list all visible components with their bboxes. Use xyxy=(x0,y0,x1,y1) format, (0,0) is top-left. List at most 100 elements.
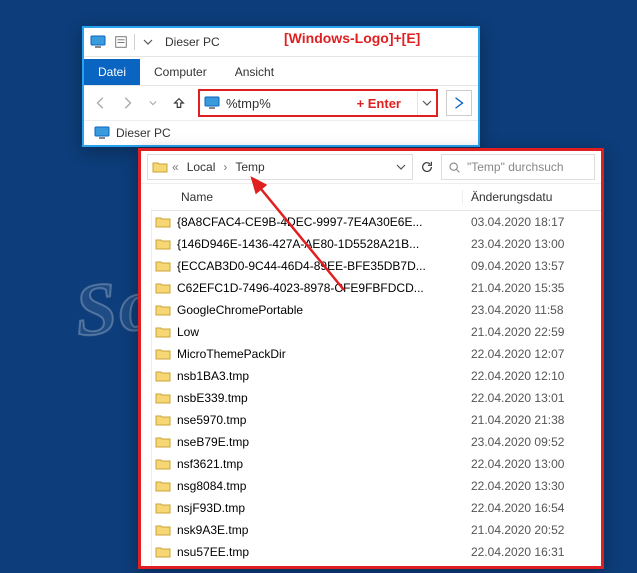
file-date: 22.04.2020 16:31 xyxy=(463,545,601,559)
folder-icon xyxy=(155,522,171,538)
search-input[interactable]: "Temp" durchsuch xyxy=(441,154,595,180)
file-date: 22.04.2020 12:10 xyxy=(463,369,601,383)
window-title: Dieser PC xyxy=(165,35,220,49)
column-header-modified[interactable]: Änderungsdatu xyxy=(463,190,601,204)
file-list[interactable]: {8A8CFAC4-CE9B-4DEC-9997-7E4A30E6E...03.… xyxy=(141,211,601,563)
table-row[interactable]: C62EFC1D-7496-4023-8978-CFE9FBFDCD...21.… xyxy=(141,277,601,299)
address-text: %tmp% xyxy=(226,96,271,111)
nav-bar: « Local › Temp "Temp" durchsuch xyxy=(141,151,601,184)
forward-button[interactable] xyxy=(116,92,138,114)
file-date: 21.04.2020 15:35 xyxy=(463,281,601,295)
table-row[interactable]: nsjF93D.tmp22.04.2020 16:54 xyxy=(141,497,601,519)
file-name: {8A8CFAC4-CE9B-4DEC-9997-7E4A30E6E... xyxy=(177,215,463,229)
folder-icon xyxy=(155,302,171,318)
this-pc-icon xyxy=(90,34,106,50)
table-row[interactable]: nsk9A3E.tmp21.04.2020 20:52 xyxy=(141,519,601,541)
tab-file[interactable]: Datei xyxy=(84,59,140,85)
tree-item-this-pc[interactable]: Dieser PC xyxy=(116,126,171,140)
tab-view[interactable]: Ansicht xyxy=(221,59,288,85)
address-bar[interactable]: %tmp% xyxy=(200,95,341,111)
file-name: Low xyxy=(177,325,463,339)
file-date: 22.04.2020 13:00 xyxy=(463,457,601,471)
file-date: 22.04.2020 13:01 xyxy=(463,391,601,405)
file-name: nsu57EE.tmp xyxy=(177,545,463,559)
table-row[interactable]: nsb1BA3.tmp22.04.2020 12:10 xyxy=(141,365,601,387)
file-date: 22.04.2020 16:54 xyxy=(463,501,601,515)
folder-icon xyxy=(152,159,168,175)
table-row[interactable]: MicroThemePackDir22.04.2020 12:07 xyxy=(141,343,601,365)
folder-icon xyxy=(155,390,171,406)
address-bar-highlight: %tmp% + Enter xyxy=(198,89,438,117)
file-name: nsk9A3E.tmp xyxy=(177,523,463,537)
file-date: 21.04.2020 22:59 xyxy=(463,325,601,339)
file-date: 22.04.2020 12:07 xyxy=(463,347,601,361)
file-name: MicroThemePackDir xyxy=(177,347,463,361)
nav-tree-strip: Dieser PC xyxy=(84,120,478,145)
table-row[interactable]: {ECCAB3D0-9C44-46D4-89EE-BFE35DB7D...09.… xyxy=(141,255,601,277)
breadcrumb-dropdown-icon[interactable] xyxy=(394,162,408,172)
file-name: GoogleChromePortable xyxy=(177,303,463,317)
nav-bar: %tmp% + Enter xyxy=(84,85,478,120)
folder-icon xyxy=(155,346,171,362)
qat-separator xyxy=(134,34,135,50)
qat-dropdown-icon[interactable] xyxy=(139,33,157,51)
qat-properties-icon[interactable] xyxy=(112,33,130,51)
chevron-left-icon[interactable]: « xyxy=(170,160,181,174)
breadcrumb[interactable]: « Local › Temp xyxy=(147,154,413,180)
table-row[interactable]: {8A8CFAC4-CE9B-4DEC-9997-7E4A30E6E...03.… xyxy=(141,211,601,233)
table-row[interactable]: nsu57EE.tmp22.04.2020 16:31 xyxy=(141,541,601,563)
explorer-window-temp: « Local › Temp "Temp" durchsuch Name Änd… xyxy=(138,148,604,569)
recent-dropdown-icon[interactable] xyxy=(142,92,164,114)
tab-computer[interactable]: Computer xyxy=(140,59,221,85)
breadcrumb-local[interactable]: Local xyxy=(183,158,220,176)
table-row[interactable]: Low21.04.2020 22:59 xyxy=(141,321,601,343)
go-button[interactable] xyxy=(446,90,472,116)
folder-icon xyxy=(155,280,171,296)
file-date: 21.04.2020 20:52 xyxy=(463,523,601,537)
file-name: nsf3621.tmp xyxy=(177,457,463,471)
file-name: {146D946E-1436-427A-AE80-1D5528A21B... xyxy=(177,237,463,251)
file-name: nsg8084.tmp xyxy=(177,479,463,493)
folder-icon xyxy=(155,478,171,494)
folder-icon xyxy=(155,214,171,230)
folder-icon xyxy=(155,258,171,274)
folder-icon xyxy=(155,236,171,252)
file-date: 22.04.2020 13:30 xyxy=(463,479,601,493)
breadcrumb-temp[interactable]: Temp xyxy=(231,158,268,176)
back-button[interactable] xyxy=(90,92,112,114)
up-button[interactable] xyxy=(168,92,190,114)
file-date: 23.04.2020 11:58 xyxy=(463,303,601,317)
column-headers: Name Änderungsdatu xyxy=(141,184,601,211)
this-pc-icon xyxy=(204,95,220,111)
address-history-dropdown[interactable] xyxy=(417,91,436,115)
table-row[interactable]: nse5970.tmp21.04.2020 21:38 xyxy=(141,409,601,431)
nav-pane-gutter xyxy=(141,209,152,566)
file-name: nsjF93D.tmp xyxy=(177,501,463,515)
table-row[interactable]: nseB79E.tmp23.04.2020 09:52 xyxy=(141,431,601,453)
file-name: nsb1BA3.tmp xyxy=(177,369,463,383)
table-row[interactable]: GoogleChromePortable23.04.2020 11:58 xyxy=(141,299,601,321)
file-date: 03.04.2020 18:17 xyxy=(463,215,601,229)
table-row[interactable]: {146D946E-1436-427A-AE80-1D5528A21B...23… xyxy=(141,233,601,255)
table-row[interactable]: nsbE339.tmp22.04.2020 13:01 xyxy=(141,387,601,409)
ribbon-tabs: Datei Computer Ansicht xyxy=(84,57,478,85)
folder-icon xyxy=(155,412,171,428)
chevron-right-icon: › xyxy=(221,160,229,174)
column-header-name[interactable]: Name xyxy=(177,190,463,204)
file-name: nseB79E.tmp xyxy=(177,435,463,449)
refresh-button[interactable] xyxy=(417,157,437,177)
folder-icon xyxy=(155,434,171,450)
hotkey-annotation: [Windows-Logo]+[E] xyxy=(284,30,420,46)
folder-icon xyxy=(155,368,171,384)
file-date: 09.04.2020 13:57 xyxy=(463,259,601,273)
file-name: nse5970.tmp xyxy=(177,413,463,427)
file-name: C62EFC1D-7496-4023-8978-CFE9FBFDCD... xyxy=(177,281,463,295)
folder-icon xyxy=(155,500,171,516)
file-date: 21.04.2020 21:38 xyxy=(463,413,601,427)
folder-icon xyxy=(155,544,171,560)
search-placeholder: "Temp" durchsuch xyxy=(467,160,564,174)
table-row[interactable]: nsf3621.tmp22.04.2020 13:00 xyxy=(141,453,601,475)
this-pc-icon xyxy=(94,125,110,141)
table-row[interactable]: nsg8084.tmp22.04.2020 13:30 xyxy=(141,475,601,497)
file-date: 23.04.2020 13:00 xyxy=(463,237,601,251)
